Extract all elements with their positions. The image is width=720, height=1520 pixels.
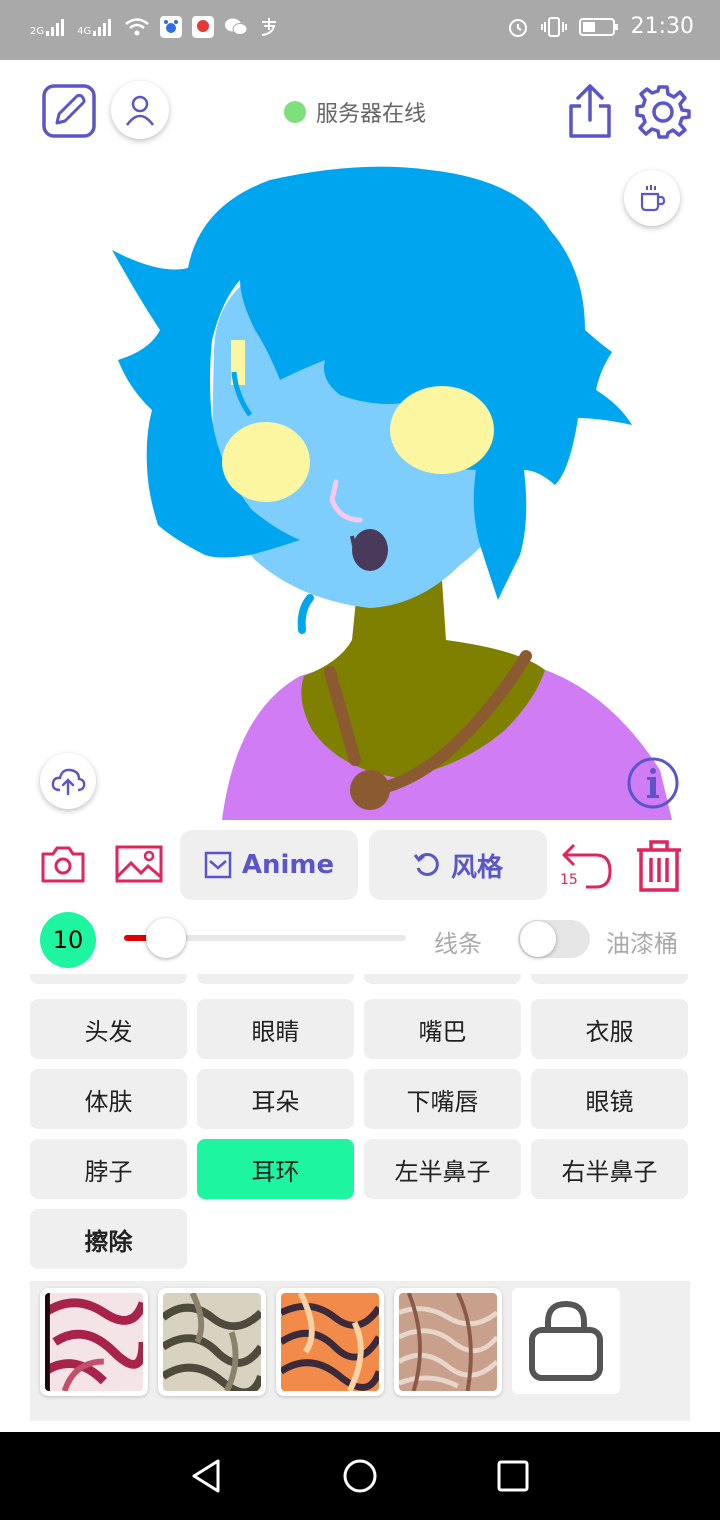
recents-icon[interactable]	[497, 1460, 529, 1492]
style-swatch-3[interactable]	[276, 1288, 384, 1396]
top-bar: 服务器在线	[0, 60, 720, 170]
refresh-icon	[413, 852, 439, 876]
gallery-button[interactable]	[114, 844, 164, 884]
map-app-icon	[192, 16, 215, 38]
back-icon[interactable]	[190, 1458, 222, 1494]
style-shop-button[interactable]	[512, 1288, 620, 1394]
battery-icon	[578, 17, 618, 36]
part-tag-earrings[interactable]: 耳环	[197, 1139, 354, 1199]
camera-button[interactable]	[40, 844, 86, 884]
server-status: 服务器在线	[284, 96, 426, 128]
coffee-cup-icon	[640, 185, 666, 212]
tool-row: Anime 风格 15	[0, 828, 720, 904]
part-grid: 头发 眼睛 嘴巴 衣服 体肤 耳朵 下嘴唇 眼镜 脖子 耳环 左半鼻子 右半鼻子…	[30, 974, 690, 1274]
style-texture-3	[281, 1293, 379, 1391]
network-type-1: 2G	[30, 26, 45, 37]
signal-4g-icon: 4G	[77, 17, 114, 37]
part-tag-ears[interactable]: 耳朵	[197, 1069, 354, 1129]
camera-icon	[41, 846, 85, 883]
part-tag-erase[interactable]: 擦除	[30, 1209, 187, 1269]
wechat-icon	[225, 18, 248, 35]
server-status-label: 服务器在线	[316, 102, 427, 127]
status-icons-right: 21:30	[507, 14, 694, 39]
switch-style-button[interactable]: 风格	[369, 830, 547, 900]
brush-row: 10 线条 油漆桶	[0, 906, 720, 970]
settings-button[interactable]	[634, 82, 692, 140]
undo-count: 15	[560, 872, 578, 888]
online-indicator	[284, 101, 306, 123]
part-tag-hair[interactable]: 头发	[30, 999, 187, 1059]
style-swatch-2[interactable]	[158, 1288, 266, 1396]
vibrate-icon	[540, 16, 567, 37]
part-tag-mouth[interactable]: 嘴巴	[364, 999, 521, 1059]
share-button[interactable]	[563, 82, 617, 140]
image-icon	[115, 845, 163, 883]
info-icon	[627, 757, 679, 809]
bucket-toggle-knob	[520, 921, 556, 957]
status-bar: 2G 4G 21:30	[0, 0, 720, 60]
user-icon	[125, 95, 155, 126]
part-tag-left-nose[interactable]: 左半鼻子	[364, 1139, 521, 1199]
part-tag-right-nose[interactable]: 右半鼻子	[531, 1139, 688, 1199]
style-texture-4	[399, 1293, 497, 1391]
part-tag-skin[interactable]: 体肤	[30, 1069, 187, 1129]
alarm-icon	[508, 18, 527, 37]
part-tag-hidden	[197, 974, 354, 984]
switch-style-label: 风格	[450, 852, 503, 883]
network-type-2: 4G	[77, 26, 92, 37]
brush-size-thumb[interactable]	[146, 918, 186, 958]
gear-icon	[635, 85, 691, 139]
coffee-button[interactable]	[624, 170, 680, 226]
part-tag-hidden	[30, 974, 187, 984]
profile-button[interactable]	[111, 81, 169, 139]
part-tag-hidden	[364, 974, 521, 984]
cloud-upload-icon	[51, 768, 86, 796]
style-swatch-1[interactable]	[40, 1288, 148, 1396]
info-button[interactable]	[626, 756, 680, 810]
part-tag-hidden	[531, 974, 688, 984]
system-nav-bar	[0, 1432, 720, 1520]
alipay-icon	[262, 18, 277, 36]
trash-icon	[637, 840, 681, 892]
style-texture-2	[163, 1293, 261, 1391]
delete-button[interactable]	[632, 838, 686, 894]
mail-box-icon	[204, 851, 232, 879]
bucket-toggle[interactable]	[518, 920, 590, 958]
canvas-drawing	[112, 166, 672, 820]
baidu-app-icon	[160, 16, 183, 38]
part-tag-neck[interactable]: 脖子	[30, 1139, 187, 1199]
style-swatch-bar	[30, 1281, 690, 1421]
edit-button[interactable]	[40, 82, 98, 140]
style-model-button[interactable]: Anime	[180, 830, 358, 900]
style-swatch-4[interactable]	[394, 1288, 502, 1396]
part-tag-lower-lip[interactable]: 下嘴唇	[364, 1069, 521, 1129]
part-tag-glasses[interactable]: 眼镜	[531, 1069, 688, 1129]
part-tag-clothes[interactable]: 衣服	[531, 999, 688, 1059]
line-mode-label: 线条	[434, 930, 482, 958]
upload-button[interactable]	[40, 753, 96, 809]
clock: 21:30	[630, 14, 694, 39]
wifi-icon	[125, 18, 150, 36]
signal-2g-icon: 2G	[30, 17, 67, 37]
shopping-bag-icon	[529, 1300, 603, 1381]
part-tag-eyes[interactable]: 眼睛	[197, 999, 354, 1059]
bucket-mode-label: 油漆桶	[606, 930, 678, 958]
edit-pen-icon	[42, 84, 96, 138]
drawing-canvas[interactable]	[0, 160, 720, 820]
status-icons-left: 2G 4G	[30, 16, 280, 38]
style-model-label: Anime	[241, 850, 335, 880]
home-icon[interactable]	[342, 1458, 378, 1494]
share-icon	[569, 84, 611, 138]
brush-size-badge: 10	[40, 912, 96, 968]
style-texture-1	[45, 1293, 143, 1391]
undo-button[interactable]: 15	[558, 838, 614, 894]
